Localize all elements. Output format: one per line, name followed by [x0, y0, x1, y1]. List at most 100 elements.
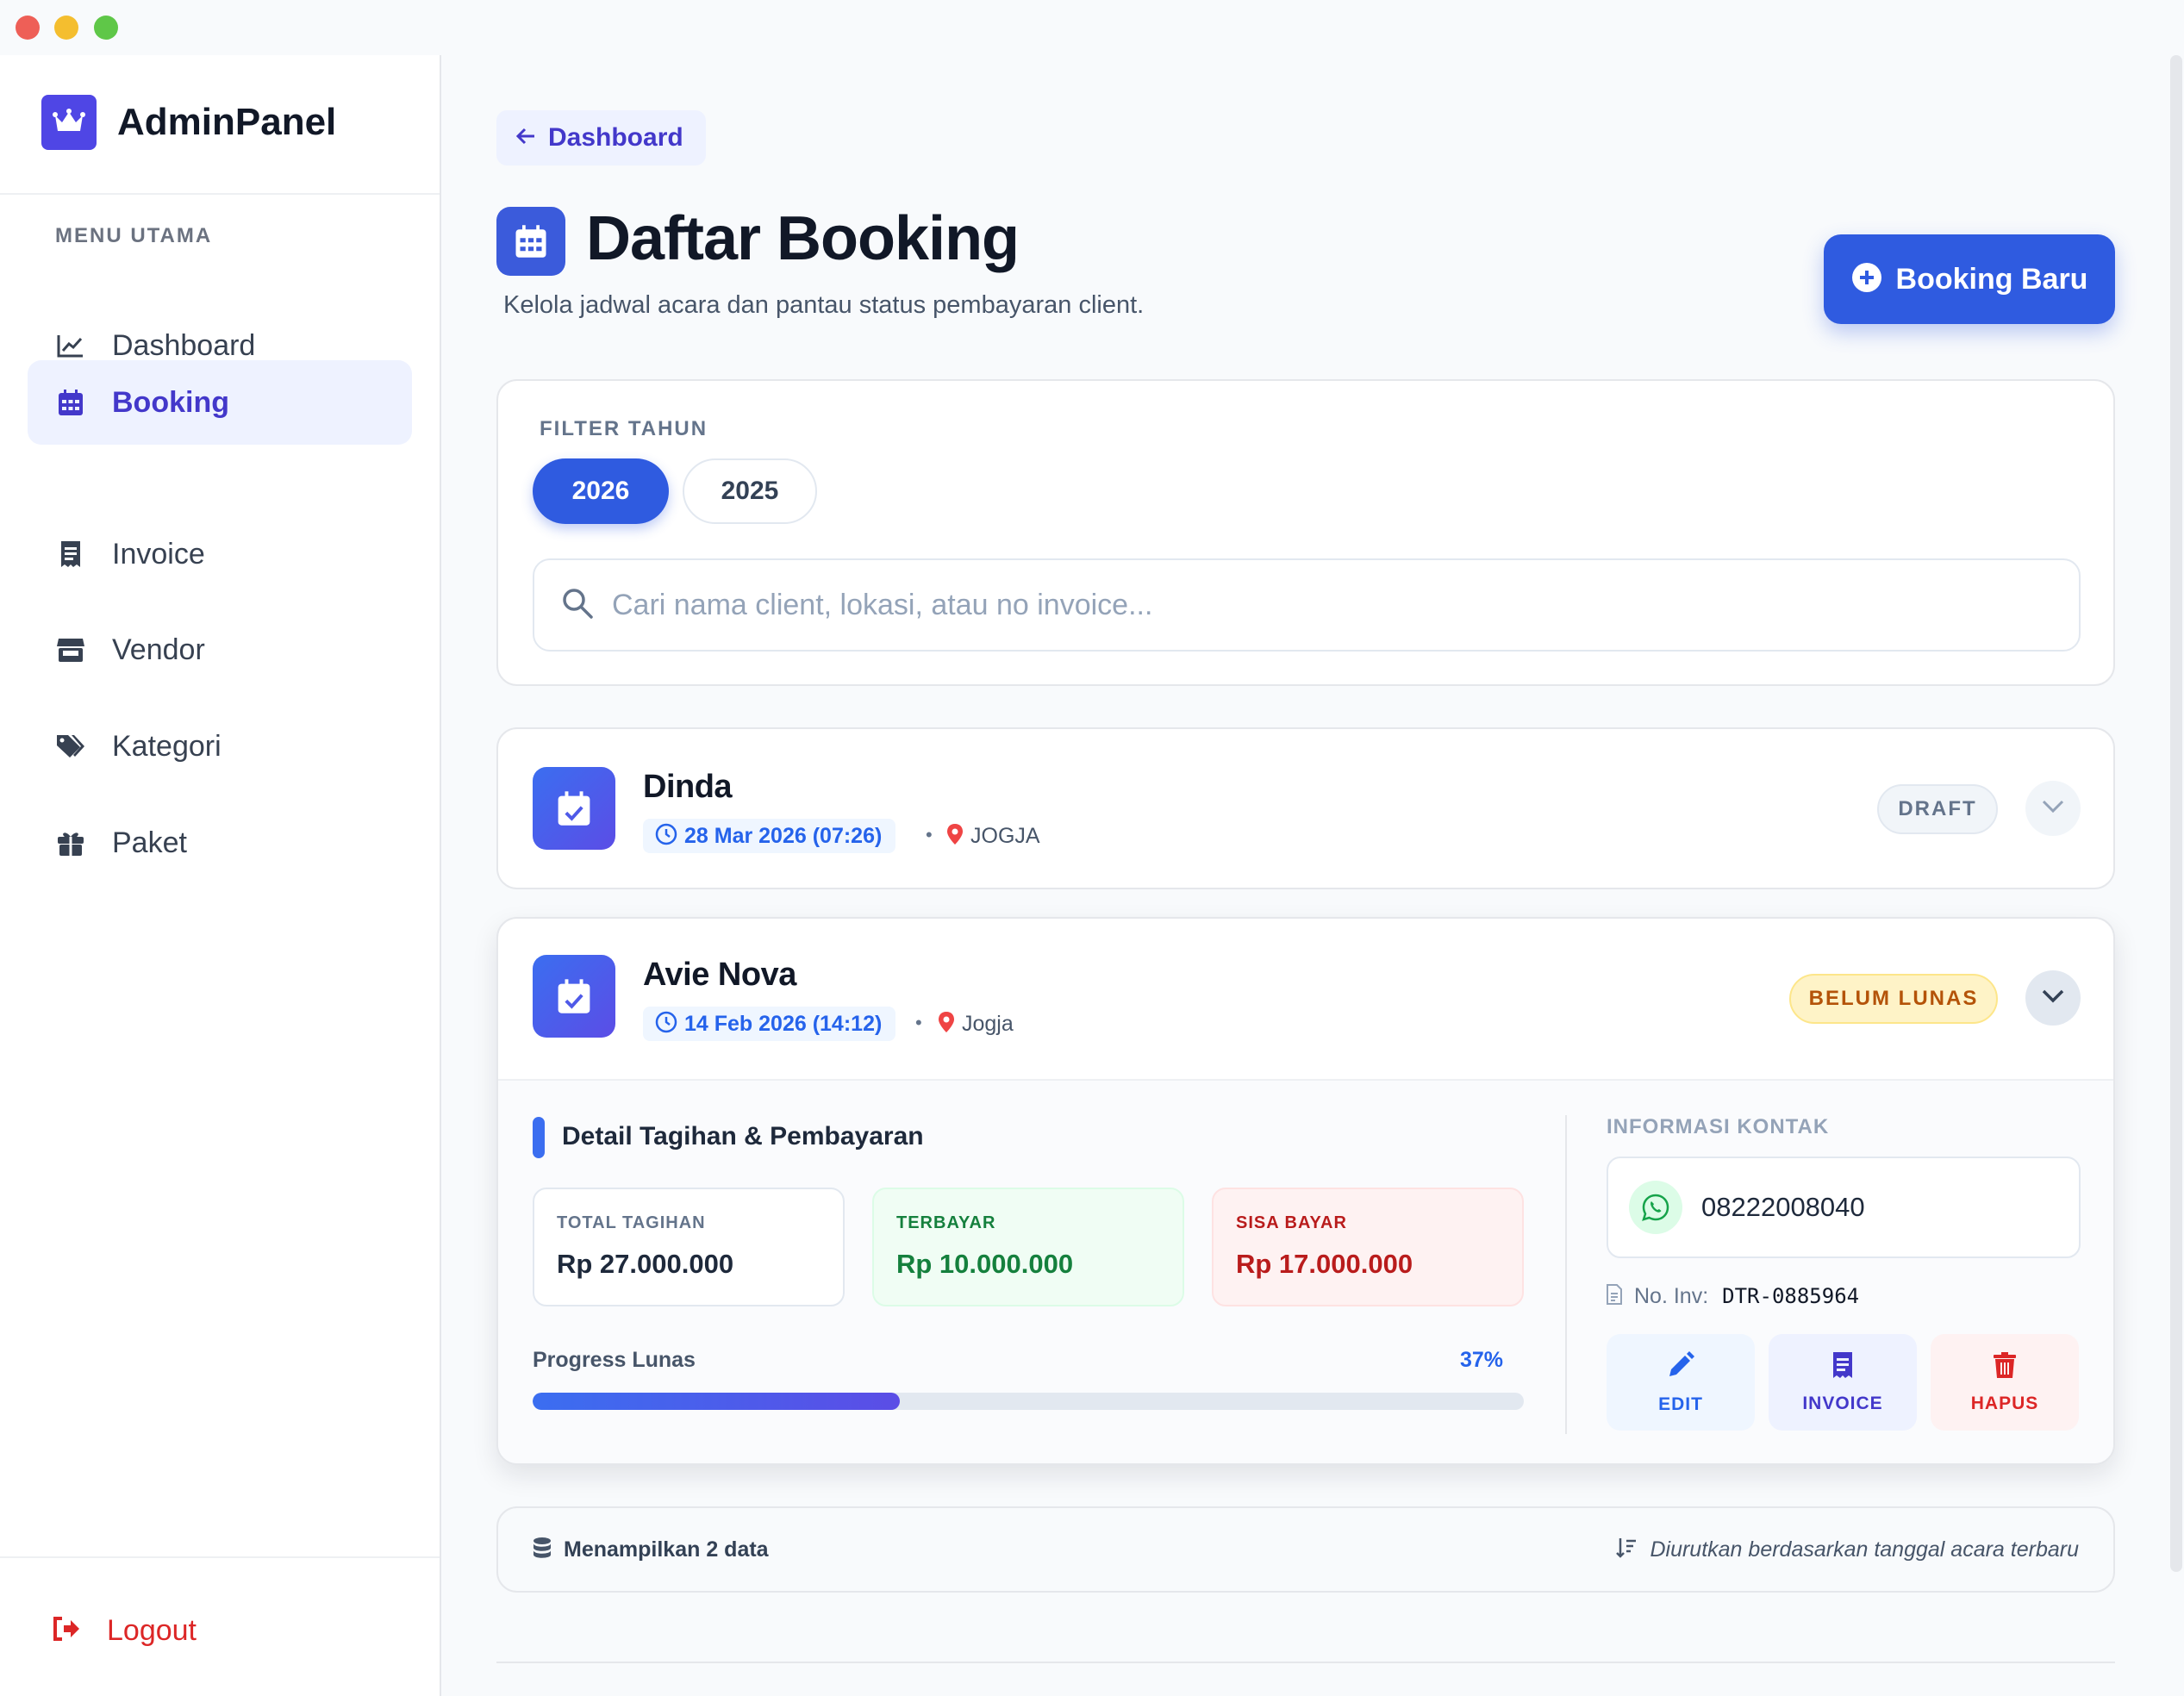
progress-bar: [533, 1393, 1524, 1410]
booking-card[interactable]: Dinda 28 Mar 2026 (07:26) • JOGJA DRAFT: [496, 727, 2115, 889]
edit-label: EDIT: [1658, 1394, 1703, 1414]
calendar-check-icon: [533, 767, 615, 850]
booking-location: JOGJA: [946, 819, 1040, 853]
calendar-check-icon: [533, 955, 615, 1038]
gift-icon: [55, 827, 86, 858]
paid-label: TERBAYAR: [896, 1213, 996, 1232]
database-icon: [533, 1537, 552, 1563]
store-icon: [55, 634, 86, 665]
booking-date-text: 28 Mar 2026 (07:26): [684, 823, 883, 848]
filter-label: FILTER TAHUN: [540, 417, 708, 440]
logout-icon: [52, 1616, 81, 1646]
booking-location-text: JOGJA: [970, 823, 1040, 848]
delete-label: HAPUS: [1970, 1393, 2039, 1413]
separator-dot: •: [926, 824, 933, 845]
window-close-button[interactable]: [16, 16, 40, 40]
clock-icon: [655, 823, 677, 850]
sidebar-item-label: Paket: [112, 826, 187, 859]
divider: [0, 193, 440, 195]
divider: [496, 1662, 2115, 1663]
chevron-down-icon: [2041, 799, 2065, 819]
separator-dot: •: [915, 1012, 922, 1033]
sort-icon: [1615, 1537, 1638, 1563]
page-scrollbar[interactable]: [2170, 55, 2182, 1572]
search-input[interactable]: [612, 588, 1991, 622]
invoice-number-value: DTR-0885964: [1722, 1284, 1860, 1308]
paid-card: TERBAYAR Rp 10.000.000: [872, 1188, 1184, 1306]
map-pin-icon: [938, 1011, 955, 1038]
paid-value: Rp 10.000.000: [896, 1249, 1074, 1279]
search-icon: [560, 586, 595, 625]
invoice-label: INVOICE: [1802, 1393, 1883, 1413]
booking-location-text: Jogja: [962, 1011, 1014, 1036]
receipt-icon: [1832, 1351, 1853, 1383]
pencil-icon: [1666, 1350, 1695, 1384]
collapse-toggle-button[interactable]: [2025, 970, 2081, 1026]
divider: [0, 1556, 440, 1558]
sort-info: Diurutkan berdasarkan tanggal acara terb…: [1615, 1508, 2079, 1591]
sidebar-item-label: Invoice: [112, 537, 205, 571]
sidebar-item-label: Vendor: [112, 633, 205, 666]
page-title: Daftar Booking: [586, 204, 1020, 273]
window-titlebar: [0, 0, 2184, 55]
logout-label: Logout: [107, 1613, 197, 1647]
brand-name: AdminPanel: [117, 101, 337, 143]
divider: [1565, 1115, 1567, 1434]
total-bill-value: Rp 27.000.000: [557, 1249, 734, 1279]
booking-date-text: 14 Feb 2026 (14:12): [684, 1011, 883, 1036]
booking-detail-panel: Detail Tagihan & Pembayaran TOTAL TAGIHA…: [498, 1079, 2113, 1463]
status-badge: BELUM LUNAS: [1789, 974, 1998, 1024]
chart-line-icon: [55, 330, 86, 361]
sidebar-item-invoice[interactable]: Invoice: [28, 512, 412, 596]
section-accent: [533, 1117, 545, 1158]
booking-card-expanded: Avie Nova 14 Feb 2026 (14:12) • Jogja BE…: [496, 917, 2115, 1465]
window-minimize-button[interactable]: [54, 16, 78, 40]
edit-button[interactable]: EDIT: [1607, 1334, 1755, 1431]
chevron-down-icon: [2041, 988, 2065, 1008]
search-box: [533, 558, 2081, 652]
contact-info-label: INFORMASI KONTAK: [1607, 1115, 1830, 1138]
new-booking-button[interactable]: Booking Baru: [1824, 234, 2115, 324]
year-filter-2025[interactable]: 2025: [683, 458, 817, 524]
back-to-dashboard-button[interactable]: Dashboard: [496, 110, 706, 165]
delete-button[interactable]: HAPUS: [1931, 1334, 2079, 1431]
total-bill-card: TOTAL TAGIHAN Rp 27.000.000: [533, 1188, 845, 1306]
window-zoom-button[interactable]: [94, 16, 118, 40]
invoice-button[interactable]: INVOICE: [1769, 1334, 1917, 1431]
expand-toggle-button[interactable]: [2025, 781, 2081, 836]
sidebar-item-booking[interactable]: Booking: [28, 360, 412, 445]
calendar-icon: [55, 387, 86, 418]
clock-icon: [655, 1011, 677, 1038]
sidebar: AdminPanel MENU UTAMA Dashboard Booking …: [0, 55, 441, 1696]
sidebar-item-label: Kategori: [112, 729, 222, 763]
receipt-icon: [55, 539, 86, 570]
remaining-label: SISA BAYAR: [1236, 1213, 1347, 1232]
file-icon: [1607, 1283, 1622, 1309]
sidebar-item-kategori[interactable]: Kategori: [28, 704, 412, 789]
logout-button[interactable]: Logout: [52, 1606, 197, 1655]
record-count-text: Menampilkan 2 data: [564, 1537, 769, 1562]
calendar-icon: [496, 207, 565, 276]
crown-icon: [41, 95, 97, 150]
year-filter-2026[interactable]: 2026: [533, 458, 669, 524]
progress-percent: 37%: [1459, 1348, 1503, 1372]
whatsapp-icon: [1629, 1181, 1682, 1234]
booking-date: 14 Feb 2026 (14:12): [643, 1007, 896, 1041]
tags-icon: [55, 731, 86, 762]
booking-location: Jogja: [938, 1007, 1014, 1041]
booking-date: 28 Mar 2026 (07:26): [643, 819, 896, 853]
section-title: Detail Tagihan & Pembayaran: [562, 1122, 924, 1150]
sidebar-item-vendor[interactable]: Vendor: [28, 608, 412, 692]
progress-bar-fill: [533, 1393, 900, 1410]
plus-circle-icon: [1851, 262, 1882, 297]
brand[interactable]: AdminPanel: [41, 95, 336, 150]
total-bill-label: TOTAL TAGIHAN: [557, 1213, 706, 1232]
filter-card: FILTER TAHUN 2026 2025: [496, 379, 2115, 686]
page-subtitle: Kelola jadwal acara dan pantau status pe…: [503, 291, 1145, 319]
sidebar-item-label: Dashboard: [112, 328, 256, 362]
new-booking-label: Booking Baru: [1895, 262, 2088, 296]
sidebar-item-paket[interactable]: Paket: [28, 801, 412, 885]
map-pin-icon: [946, 823, 964, 850]
whatsapp-contact-button[interactable]: 08222008040: [1607, 1157, 2081, 1258]
client-name: Avie Nova: [643, 957, 796, 993]
